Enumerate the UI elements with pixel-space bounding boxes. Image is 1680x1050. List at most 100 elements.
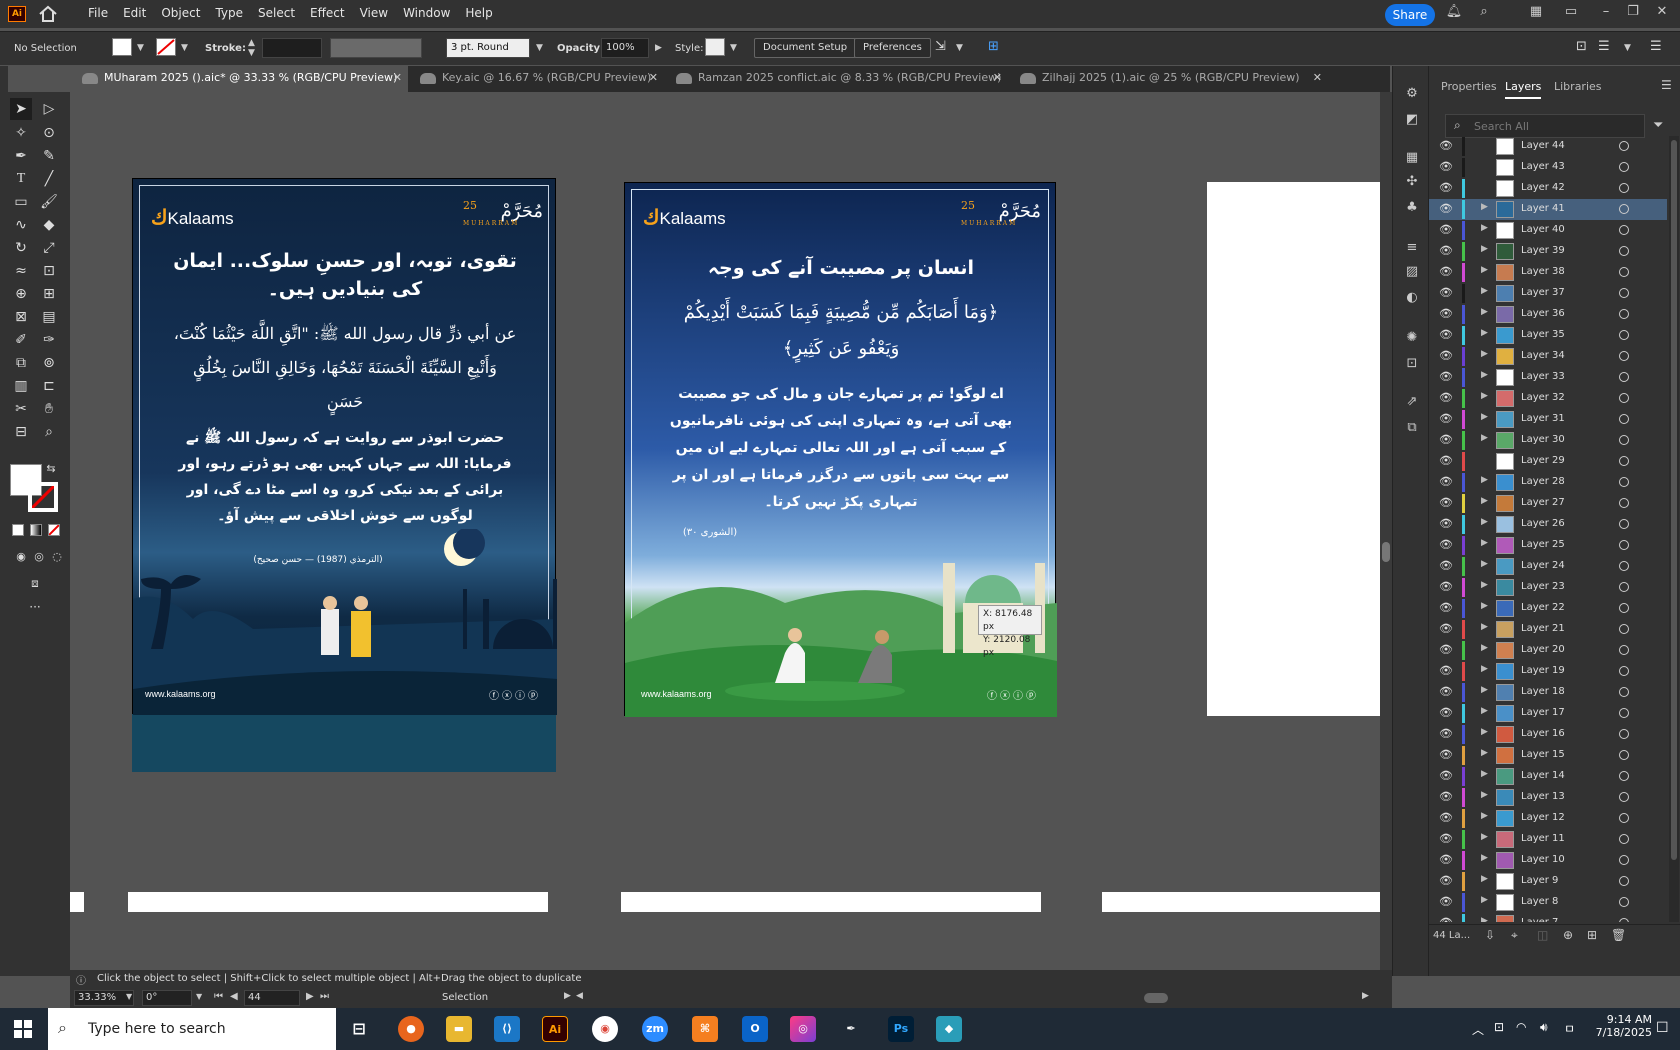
target-circle-icon[interactable] <box>1619 225 1629 235</box>
menu-file[interactable]: File <box>88 6 108 20</box>
layer-name[interactable]: Layer 14 <box>1521 770 1565 781</box>
layer-row[interactable]: 👁︎ ▶ Layer 23 <box>1429 577 1667 598</box>
visibility-eye-icon[interactable]: 👁︎ <box>1439 811 1453 824</box>
target-circle-icon[interactable] <box>1619 624 1629 634</box>
photoshop-icon[interactable]: Ps <box>888 1016 914 1042</box>
artboard-row-2[interactable] <box>128 892 548 912</box>
column-graph-tool-icon[interactable]: ▥ <box>10 375 32 397</box>
expand-layer-icon[interactable]: ▶ <box>1481 790 1488 800</box>
transparency-icon[interactable]: ◐ <box>1403 290 1421 308</box>
visibility-eye-icon[interactable]: 👁︎ <box>1439 475 1453 488</box>
visibility-eye-icon[interactable]: 👁︎ <box>1439 685 1453 698</box>
volume-icon[interactable]: 🔊︎ <box>1540 1020 1548 1035</box>
target-circle-icon[interactable] <box>1619 918 1629 922</box>
brushes-icon[interactable]: ✣ <box>1403 174 1421 192</box>
layer-name[interactable]: Layer 44 <box>1521 140 1565 151</box>
expand-layer-icon[interactable]: ▶ <box>1481 286 1488 296</box>
layer-row[interactable]: 👁︎ ▶ Layer 13 <box>1429 787 1667 808</box>
layer-row[interactable]: 👁︎ ▶ Layer 18 <box>1429 682 1667 703</box>
arrange-panels-icon[interactable]: ⊡ <box>1576 39 1587 54</box>
layer-name[interactable]: Layer 36 <box>1521 308 1565 319</box>
target-circle-icon[interactable] <box>1619 708 1629 718</box>
selection-tool-icon[interactable]: ➤ <box>10 98 32 120</box>
expand-layer-icon[interactable]: ▶ <box>1481 706 1488 716</box>
slice-tool-icon[interactable]: ✂ <box>10 398 32 420</box>
layer-row[interactable]: 👁︎ ▶ Layer 22 <box>1429 598 1667 619</box>
menu-view[interactable]: View <box>360 6 388 20</box>
chevron-down-icon[interactable]: ▼ <box>730 43 737 53</box>
layer-row[interactable]: 👁︎ ▶ Layer 39 <box>1429 241 1667 262</box>
visibility-eye-icon[interactable]: 👁︎ <box>1439 454 1453 467</box>
collect-for-export-icon[interactable]: ⇩ <box>1485 928 1495 942</box>
appearance-icon[interactable]: ⚙ <box>1403 86 1421 104</box>
expand-layer-icon[interactable]: ▶ <box>1481 811 1488 821</box>
target-circle-icon[interactable] <box>1619 372 1629 382</box>
scroll-thumb[interactable] <box>1671 140 1677 860</box>
target-circle-icon[interactable] <box>1619 351 1629 361</box>
expand-layer-icon[interactable]: ▶ <box>1481 727 1488 737</box>
clock[interactable]: 9:14 AM 7/18/2025 <box>1590 1013 1652 1039</box>
scroll-left-icon[interactable]: ◀ <box>576 991 583 1001</box>
graphic-styles-icon[interactable]: ◩ <box>1403 112 1421 130</box>
menu-effect[interactable]: Effect <box>310 6 345 20</box>
visibility-eye-icon[interactable]: 👁︎ <box>1439 181 1453 194</box>
visibility-eye-icon[interactable]: 👁︎ <box>1439 160 1453 173</box>
export-icon[interactable]: ⇗ <box>1403 394 1421 412</box>
zoom-tool-icon[interactable]: ⌕ <box>38 421 60 443</box>
layer-row[interactable]: 👁︎ ▶ Layer 10 <box>1429 850 1667 871</box>
vertical-scrollbar[interactable] <box>1380 92 1392 970</box>
expand-layer-icon[interactable]: ▶ <box>1481 307 1488 317</box>
edit-toolbar-icon[interactable]: ··· <box>24 596 46 618</box>
expand-layer-icon[interactable]: ▶ <box>1481 832 1488 842</box>
network-icon[interactable]: ⊡ <box>1494 1020 1504 1034</box>
layer-row[interactable]: 👁︎ ▶ Layer 21 <box>1429 619 1667 640</box>
target-circle-icon[interactable] <box>1619 162 1629 172</box>
layer-row[interactable]: 👁︎ Layer 43 <box>1429 157 1667 178</box>
scroll-right-icon[interactable]: ▶ <box>1362 991 1369 1001</box>
workspace-icon[interactable]: ▭ <box>1561 4 1581 22</box>
visibility-eye-icon[interactable]: 👁︎ <box>1439 559 1453 572</box>
symbol-sprayer-tool-icon[interactable]: ⊚ <box>38 352 60 374</box>
layer-name[interactable]: Layer 30 <box>1521 434 1565 445</box>
layer-name[interactable]: Layer 26 <box>1521 518 1565 529</box>
target-circle-icon[interactable] <box>1619 309 1629 319</box>
rotate-tool-icon[interactable]: ↻ <box>10 237 32 259</box>
target-circle-icon[interactable] <box>1619 456 1629 466</box>
visibility-eye-icon[interactable]: 👁︎ <box>1439 349 1453 362</box>
visibility-eye-icon[interactable]: 👁︎ <box>1439 622 1453 635</box>
expand-layer-icon[interactable]: ▶ <box>1481 601 1488 611</box>
target-circle-icon[interactable] <box>1619 834 1629 844</box>
artboards-icon[interactable]: ⧉ <box>1403 420 1421 438</box>
visibility-eye-icon[interactable]: 👁︎ <box>1439 853 1453 866</box>
expand-layer-icon[interactable]: ▶ <box>1481 328 1488 338</box>
expand-layer-icon[interactable]: ▶ <box>1481 496 1488 506</box>
visibility-eye-icon[interactable]: 👁︎ <box>1439 202 1453 215</box>
visibility-eye-icon[interactable]: 👁︎ <box>1439 370 1453 383</box>
shape-builder-tool-icon[interactable]: ⊕ <box>10 283 32 305</box>
layer-row[interactable]: 👁︎ ▶ Layer 36 <box>1429 304 1667 325</box>
target-circle-icon[interactable] <box>1619 603 1629 613</box>
mesh-tool-icon[interactable]: ⊠ <box>10 306 32 328</box>
target-circle-icon[interactable] <box>1619 477 1629 487</box>
layer-name[interactable]: Layer 28 <box>1521 476 1565 487</box>
chevron-down-icon[interactable]: ▼ <box>1624 43 1631 53</box>
visibility-eye-icon[interactable]: 👁︎ <box>1439 895 1453 908</box>
share-button[interactable]: Share <box>1385 4 1435 26</box>
layer-name[interactable]: Layer 11 <box>1521 833 1565 844</box>
expand-layer-icon[interactable]: ▶ <box>1481 202 1488 212</box>
layer-name[interactable]: Layer 23 <box>1521 581 1565 592</box>
layers-scrollbar[interactable] <box>1669 136 1679 922</box>
line-tool-icon[interactable]: ╱ <box>38 168 60 190</box>
layer-name[interactable]: Layer 32 <box>1521 392 1565 403</box>
draw-inside-icon[interactable]: ◌ <box>46 546 68 568</box>
visibility-eye-icon[interactable]: 👁︎ <box>1439 412 1453 425</box>
close-icon[interactable]: ✕ <box>1652 4 1672 22</box>
last-artboard-icon[interactable]: ⏭ <box>320 991 329 1002</box>
visibility-eye-icon[interactable]: 👁︎ <box>1439 748 1453 761</box>
layer-name[interactable]: Layer 16 <box>1521 728 1565 739</box>
visibility-eye-icon[interactable]: 👁︎ <box>1439 538 1453 551</box>
layer-name[interactable]: Layer 27 <box>1521 497 1565 508</box>
visibility-eye-icon[interactable]: 👁︎ <box>1439 307 1453 320</box>
target-circle-icon[interactable] <box>1619 393 1629 403</box>
target-circle-icon[interactable] <box>1619 246 1629 256</box>
